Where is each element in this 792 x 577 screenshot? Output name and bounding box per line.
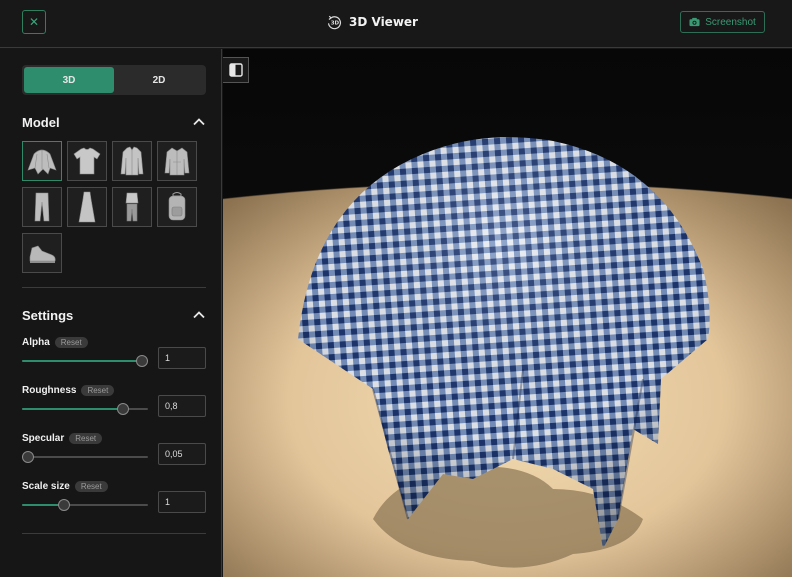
specular-slider[interactable] xyxy=(22,451,148,463)
model-section-header[interactable]: Model xyxy=(22,113,206,131)
camera-icon xyxy=(689,17,700,27)
roughness-slider-thumb[interactable] xyxy=(116,403,129,415)
sidebar: 3D 2D Model Settings Alpha Reset 1 Rough… xyxy=(0,49,222,577)
model-pants[interactable] xyxy=(22,187,62,227)
settings-section-title: Settings xyxy=(22,307,74,323)
backpack-icon xyxy=(168,192,186,221)
jacket-icon xyxy=(164,147,190,176)
model-dress-shirt[interactable] xyxy=(112,141,152,181)
setting-specular: Specular Reset 0,05 xyxy=(22,431,206,471)
alpha-slider-thumb[interactable] xyxy=(136,355,148,367)
sneaker-icon xyxy=(29,245,56,263)
roughness-slider[interactable] xyxy=(22,403,148,415)
scale-size-value-input[interactable]: 1 xyxy=(158,491,206,513)
scale-size-slider-thumb[interactable] xyxy=(57,499,70,511)
model-backpack[interactable] xyxy=(157,187,197,227)
model-jacket[interactable] xyxy=(157,141,197,181)
alpha-value-input[interactable]: 1 xyxy=(158,347,206,369)
settings-divider xyxy=(22,533,206,534)
dress-shirt-icon xyxy=(120,146,144,176)
close-icon: ✕ xyxy=(28,15,40,29)
roughness-value-input[interactable]: 0,8 xyxy=(158,395,206,417)
dress-icon xyxy=(78,191,96,223)
close-button[interactable]: ✕ xyxy=(22,10,46,34)
view-mode-toggle: 3D 2D xyxy=(22,65,206,95)
specular-value-input[interactable]: 0,05 xyxy=(158,443,206,465)
top-bar: ✕ 3D 3D Viewer Screenshot xyxy=(0,0,792,48)
tshirt-icon xyxy=(73,147,101,175)
setting-roughness: Roughness Reset 0,8 xyxy=(22,383,206,423)
3d-scene xyxy=(223,49,792,577)
drape-cloth-icon xyxy=(27,149,57,175)
model-section-title: Model xyxy=(22,114,60,130)
rotate-icon-text: 3D xyxy=(331,20,340,26)
rotate-3d-icon: 3D xyxy=(327,15,341,29)
model-sneaker[interactable] xyxy=(22,233,62,273)
specular-reset-button[interactable]: Reset xyxy=(69,432,103,444)
sidebar-toggle-icon xyxy=(228,63,243,77)
roughness-label: Roughness xyxy=(22,384,77,396)
pants-icon xyxy=(34,192,50,222)
model-outfit[interactable] xyxy=(112,187,152,227)
outfit-icon xyxy=(125,192,139,222)
setting-alpha: Alpha Reset 1 xyxy=(22,335,206,375)
model-tshirt[interactable] xyxy=(67,141,107,181)
chevron-up-icon[interactable] xyxy=(192,308,206,322)
scale-size-label: Scale size xyxy=(22,480,70,492)
scale-size-reset-button[interactable]: Reset xyxy=(74,480,108,492)
panel-toggle-button[interactable] xyxy=(223,57,249,83)
model-drape-cloth[interactable] xyxy=(22,141,62,181)
setting-scale-size: Scale size Reset 1 xyxy=(22,479,206,519)
alpha-label: Alpha xyxy=(22,336,50,348)
screenshot-button[interactable]: Screenshot xyxy=(680,11,765,33)
specular-label: Specular xyxy=(22,432,65,444)
chevron-up-icon[interactable] xyxy=(192,115,206,129)
screenshot-label: Screenshot xyxy=(705,16,756,28)
page-title: 3D Viewer xyxy=(349,15,418,29)
alpha-slider[interactable] xyxy=(22,355,148,367)
alpha-reset-button[interactable]: Reset xyxy=(54,336,88,348)
mode-2d-option[interactable]: 2D xyxy=(114,67,204,93)
settings-section-header[interactable]: Settings xyxy=(22,306,206,324)
mode-3d-option[interactable]: 3D xyxy=(24,67,114,93)
3d-viewport[interactable] xyxy=(223,49,792,577)
roughness-reset-button[interactable]: Reset xyxy=(81,384,115,396)
title-group: 3D 3D Viewer xyxy=(326,12,418,32)
model-divider xyxy=(22,287,206,288)
scale-size-slider[interactable] xyxy=(22,499,148,511)
model-grid xyxy=(22,141,202,273)
specular-slider-thumb[interactable] xyxy=(22,451,35,463)
model-dress[interactable] xyxy=(67,187,107,227)
